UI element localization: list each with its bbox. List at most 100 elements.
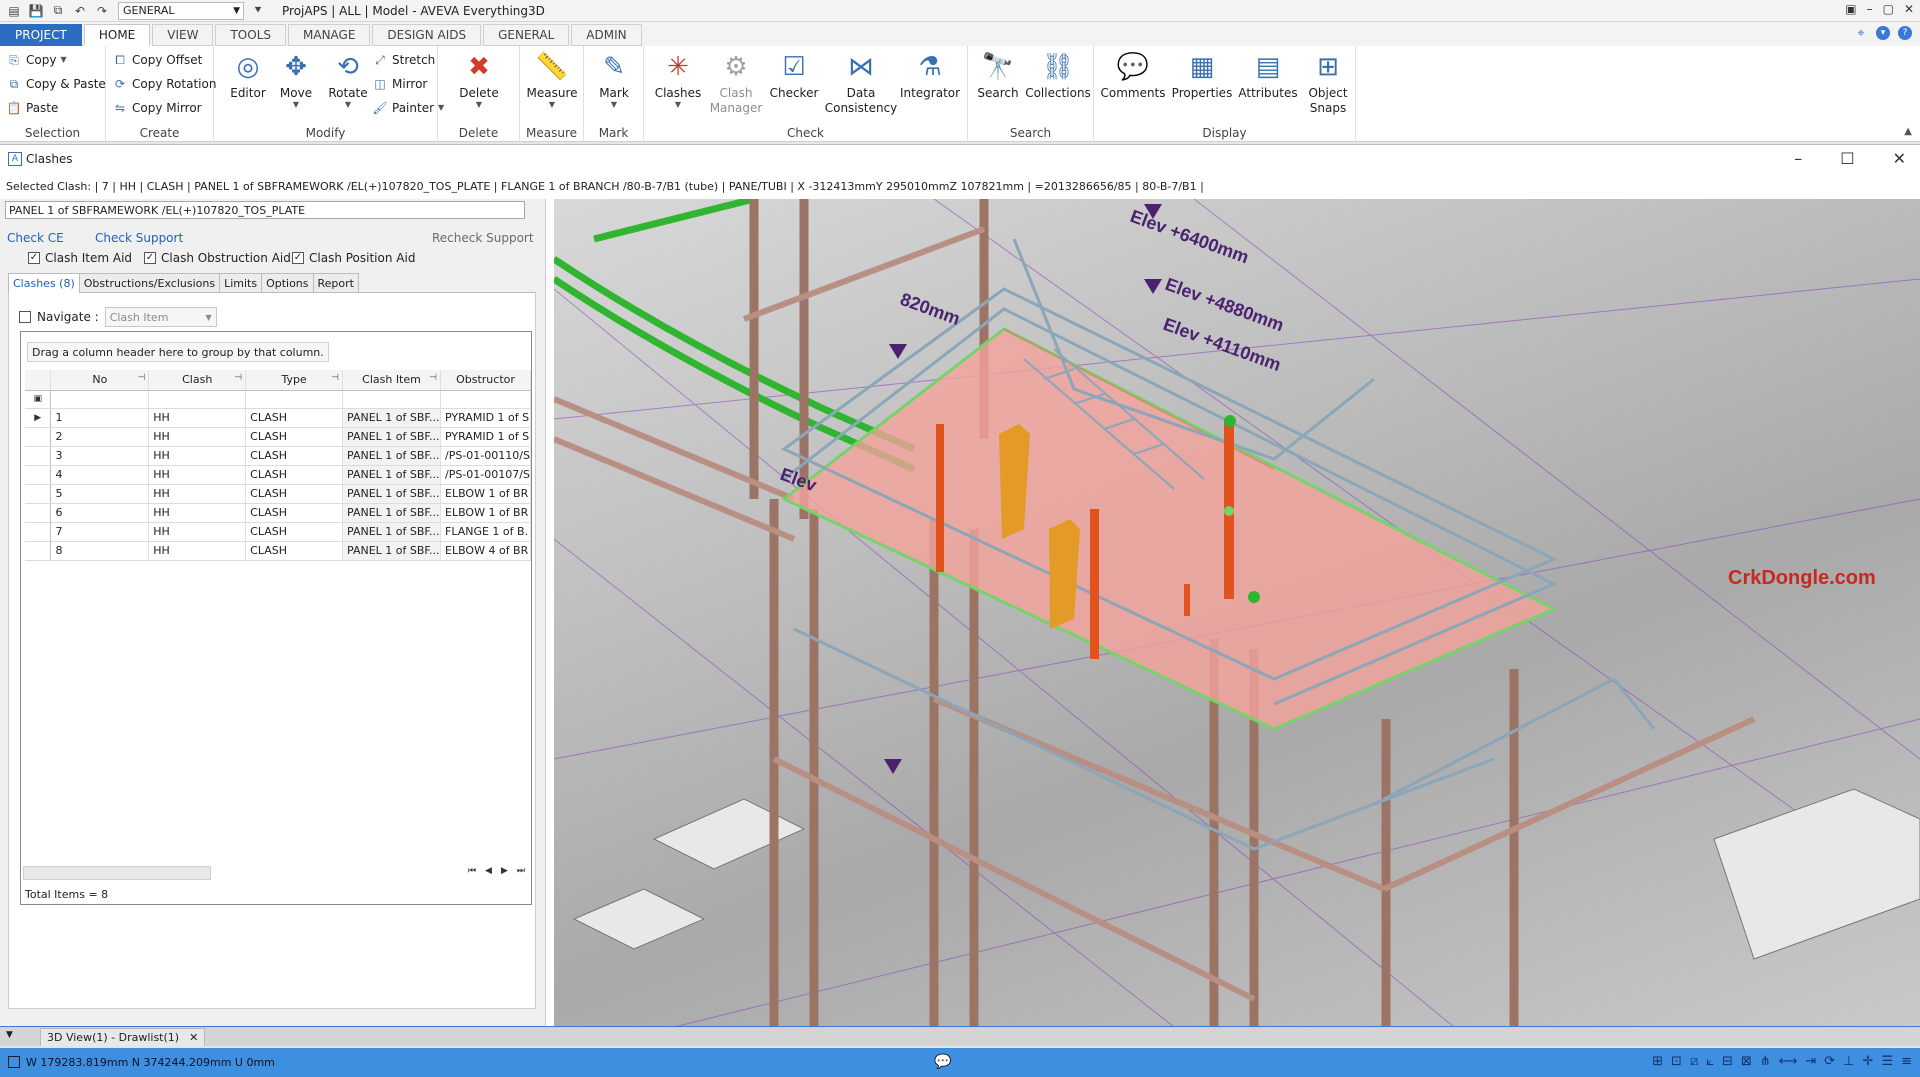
table-row[interactable]: 5 HH CLASH PANEL 1 of SBF... ELBOW 1 of BR bbox=[25, 484, 531, 504]
layers-icon[interactable]: ☰ bbox=[1881, 1054, 1893, 1069]
comments-button[interactable]: 💬 Comments bbox=[1100, 50, 1166, 101]
table-row[interactable]: 4 HH CLASH PANEL 1 of SBF.../PS-01-00107/S bbox=[25, 465, 531, 485]
minimize-icon[interactable]: – bbox=[1867, 2, 1873, 16]
cell-type[interactable]: CLASH bbox=[245, 541, 344, 561]
tab-manage[interactable]: MANAGE bbox=[288, 24, 371, 46]
tab-tools[interactable]: TOOLS bbox=[215, 24, 286, 46]
row-selector[interactable] bbox=[25, 484, 52, 504]
cell-clash[interactable]: HH bbox=[148, 446, 247, 466]
chat-icon[interactable]: 💬 bbox=[934, 1054, 951, 1070]
row-selector[interactable]: ▶ bbox=[25, 408, 52, 428]
filter-cell[interactable] bbox=[148, 390, 247, 409]
copy-button[interactable]: ⎘ Copy ▼ bbox=[6, 52, 66, 68]
cell-clash[interactable]: HH bbox=[148, 484, 247, 504]
cell-clash[interactable]: HH bbox=[148, 522, 247, 542]
dimension-icon[interactable]: ⟷ bbox=[1779, 1054, 1798, 1069]
table-row[interactable]: 8 HH CLASH PANEL 1 of SBF... ELBOW 4 of BR bbox=[25, 541, 531, 561]
chevron-down-icon[interactable]: ▼ bbox=[6, 1030, 13, 1040]
cell-no[interactable]: 1 bbox=[50, 408, 150, 428]
row-selector[interactable] bbox=[25, 465, 52, 485]
hierarchy-icon[interactable]: ⋔ bbox=[1760, 1054, 1771, 1069]
cell-type[interactable]: CLASH bbox=[245, 522, 344, 542]
crosshair-icon[interactable]: ✛ bbox=[1863, 1054, 1874, 1069]
cell-no[interactable]: 3 bbox=[50, 446, 150, 466]
axis-icon[interactable]: ⊥ bbox=[1843, 1054, 1854, 1069]
cell-obstructor[interactable]: ELBOW 1 of BR bbox=[440, 484, 531, 504]
table-row[interactable]: 6 HH CLASH PANEL 1 of SBF... ELBOW 1 of BR bbox=[25, 503, 531, 523]
clipping-icon[interactable]: ⧄ bbox=[1690, 1054, 1698, 1069]
collapse-ribbon-icon[interactable]: ▲ bbox=[1904, 126, 1912, 137]
restore-ribbon-icon[interactable]: ▣ bbox=[1845, 2, 1856, 16]
cell-clash[interactable]: HH bbox=[148, 541, 247, 561]
cell-no[interactable]: 2 bbox=[50, 427, 150, 447]
cell-obstructor[interactable]: FLANGE 1 of B. bbox=[440, 522, 531, 542]
close-icon[interactable]: ✕ bbox=[1904, 2, 1914, 16]
cell-clash-item[interactable]: PANEL 1 of SBF... bbox=[342, 427, 441, 447]
row-selector[interactable] bbox=[25, 541, 52, 561]
painter-button[interactable]: 🖌 Painter ▼ bbox=[372, 100, 444, 116]
cell-type[interactable]: CLASH bbox=[245, 484, 344, 504]
undo-icon[interactable]: ↶ bbox=[72, 3, 88, 19]
customize-toolbar-icon[interactable]: ⯆ bbox=[250, 3, 266, 19]
pin-icon[interactable]: ⊣ bbox=[331, 373, 339, 383]
navigate-checkbox[interactable] bbox=[19, 311, 31, 323]
search-button[interactable]: 🔭 Search bbox=[970, 50, 1026, 101]
cell-clash-item[interactable]: PANEL 1 of SBF... bbox=[342, 408, 441, 428]
cell-clash[interactable]: HH bbox=[148, 427, 247, 447]
3d-viewport[interactable]: Elev +6400mm Elev +4880mm Elev +4110mm 8… bbox=[554, 199, 1920, 1027]
checker-button[interactable]: ☑ Checker bbox=[766, 50, 822, 101]
clash-manager-button[interactable]: ⚙ Clash Manager bbox=[708, 50, 764, 116]
tab-design-aids[interactable]: DESIGN AIDS bbox=[372, 24, 482, 46]
grid-icon[interactable]: ⊞ bbox=[1652, 1054, 1663, 1069]
column-header-type[interactable]: Type ⊣ bbox=[245, 370, 344, 391]
cell-type[interactable]: CLASH bbox=[245, 446, 344, 466]
cell-type[interactable]: CLASH bbox=[245, 503, 344, 523]
maximize-icon[interactable]: ▢ bbox=[1883, 2, 1894, 16]
cell-clash-item[interactable]: PANEL 1 of SBF... bbox=[342, 503, 441, 523]
table-row[interactable]: 2 HH CLASH PANEL 1 of SBF... PYRAMID 1 of S bbox=[25, 427, 531, 447]
filter-cell[interactable] bbox=[50, 390, 150, 409]
check-ce-link[interactable]: Check CE bbox=[7, 231, 64, 245]
tab-home[interactable]: HOME bbox=[83, 24, 151, 46]
tab-admin[interactable]: ADMIN bbox=[571, 24, 642, 46]
tab-report[interactable]: Report bbox=[312, 273, 359, 292]
data-consistency-button[interactable]: ⋈ Data Consistency bbox=[825, 50, 898, 116]
3d-model-scene[interactable]: Elev +6400mm Elev +4880mm Elev +4110mm 8… bbox=[554, 199, 1920, 1027]
cell-obstructor[interactable]: ELBOW 4 of BR bbox=[440, 541, 531, 561]
save-icon[interactable]: 💾 bbox=[28, 3, 44, 19]
cell-clash-item[interactable]: PANEL 1 of SBF... bbox=[342, 446, 441, 466]
cell-no[interactable]: 7 bbox=[50, 522, 150, 542]
integrator-button[interactable]: ⚗ Integrator bbox=[898, 50, 962, 101]
tab-view[interactable]: VIEW bbox=[152, 24, 214, 46]
tab-project[interactable]: PROJECT bbox=[0, 24, 82, 46]
tab-options[interactable]: Options bbox=[261, 273, 314, 292]
cell-no[interactable]: 5 bbox=[50, 484, 150, 504]
column-header-clash-item[interactable]: Clash Item ⊣ bbox=[342, 370, 441, 391]
cell-type[interactable]: CLASH bbox=[245, 427, 344, 447]
cell-clash-item[interactable]: PANEL 1 of SBF... bbox=[342, 484, 441, 504]
cell-clash-item[interactable]: PANEL 1 of SBF... bbox=[342, 465, 441, 485]
info-icon[interactable]: ▾ bbox=[1876, 26, 1890, 40]
cell-clash-item[interactable]: PANEL 1 of SBF... bbox=[342, 541, 441, 561]
rotate-button[interactable]: ⟲ Rotate ▼ bbox=[320, 50, 376, 109]
group-by-hint[interactable]: Drag a column header here to group by th… bbox=[27, 342, 329, 362]
axes-icon[interactable]: ⟀ bbox=[1706, 1054, 1714, 1069]
app-menu-icon[interactable]: ▤ bbox=[6, 3, 22, 19]
move-button[interactable]: ✥ Move ▼ bbox=[268, 50, 324, 109]
copy-mirror-button[interactable]: ⇋ Copy Mirror bbox=[112, 100, 202, 116]
filter-cell[interactable] bbox=[245, 390, 344, 409]
row-selector[interactable] bbox=[25, 522, 52, 542]
copy-paste-button[interactable]: ⧉ Copy & Paste bbox=[6, 76, 106, 92]
copy-rotation-button[interactable]: ⟳ Copy Rotation bbox=[112, 76, 216, 92]
clash-obstruction-aid-checkbox[interactable]: ✓ Clash Obstruction Aid bbox=[144, 251, 291, 265]
cell-clash[interactable]: HH bbox=[148, 465, 247, 485]
prev-page-icon[interactable]: ◀ bbox=[485, 866, 492, 876]
cell-type[interactable]: CLASH bbox=[245, 465, 344, 485]
tab-clashes[interactable]: Clashes (8) bbox=[8, 273, 80, 293]
clash-item-aid-checkbox[interactable]: ✓ Clash Item Aid bbox=[28, 251, 132, 265]
table-row[interactable]: 3 HH CLASH PANEL 1 of SBF.../PS-01-00110/S bbox=[25, 446, 531, 466]
filter-cell[interactable] bbox=[342, 390, 441, 409]
column-header-no[interactable]: No ⊣ bbox=[50, 370, 150, 391]
cell-clash-item[interactable]: PANEL 1 of SBF... bbox=[342, 522, 441, 542]
delete-button[interactable]: ✖ Delete ▼ bbox=[451, 50, 507, 109]
